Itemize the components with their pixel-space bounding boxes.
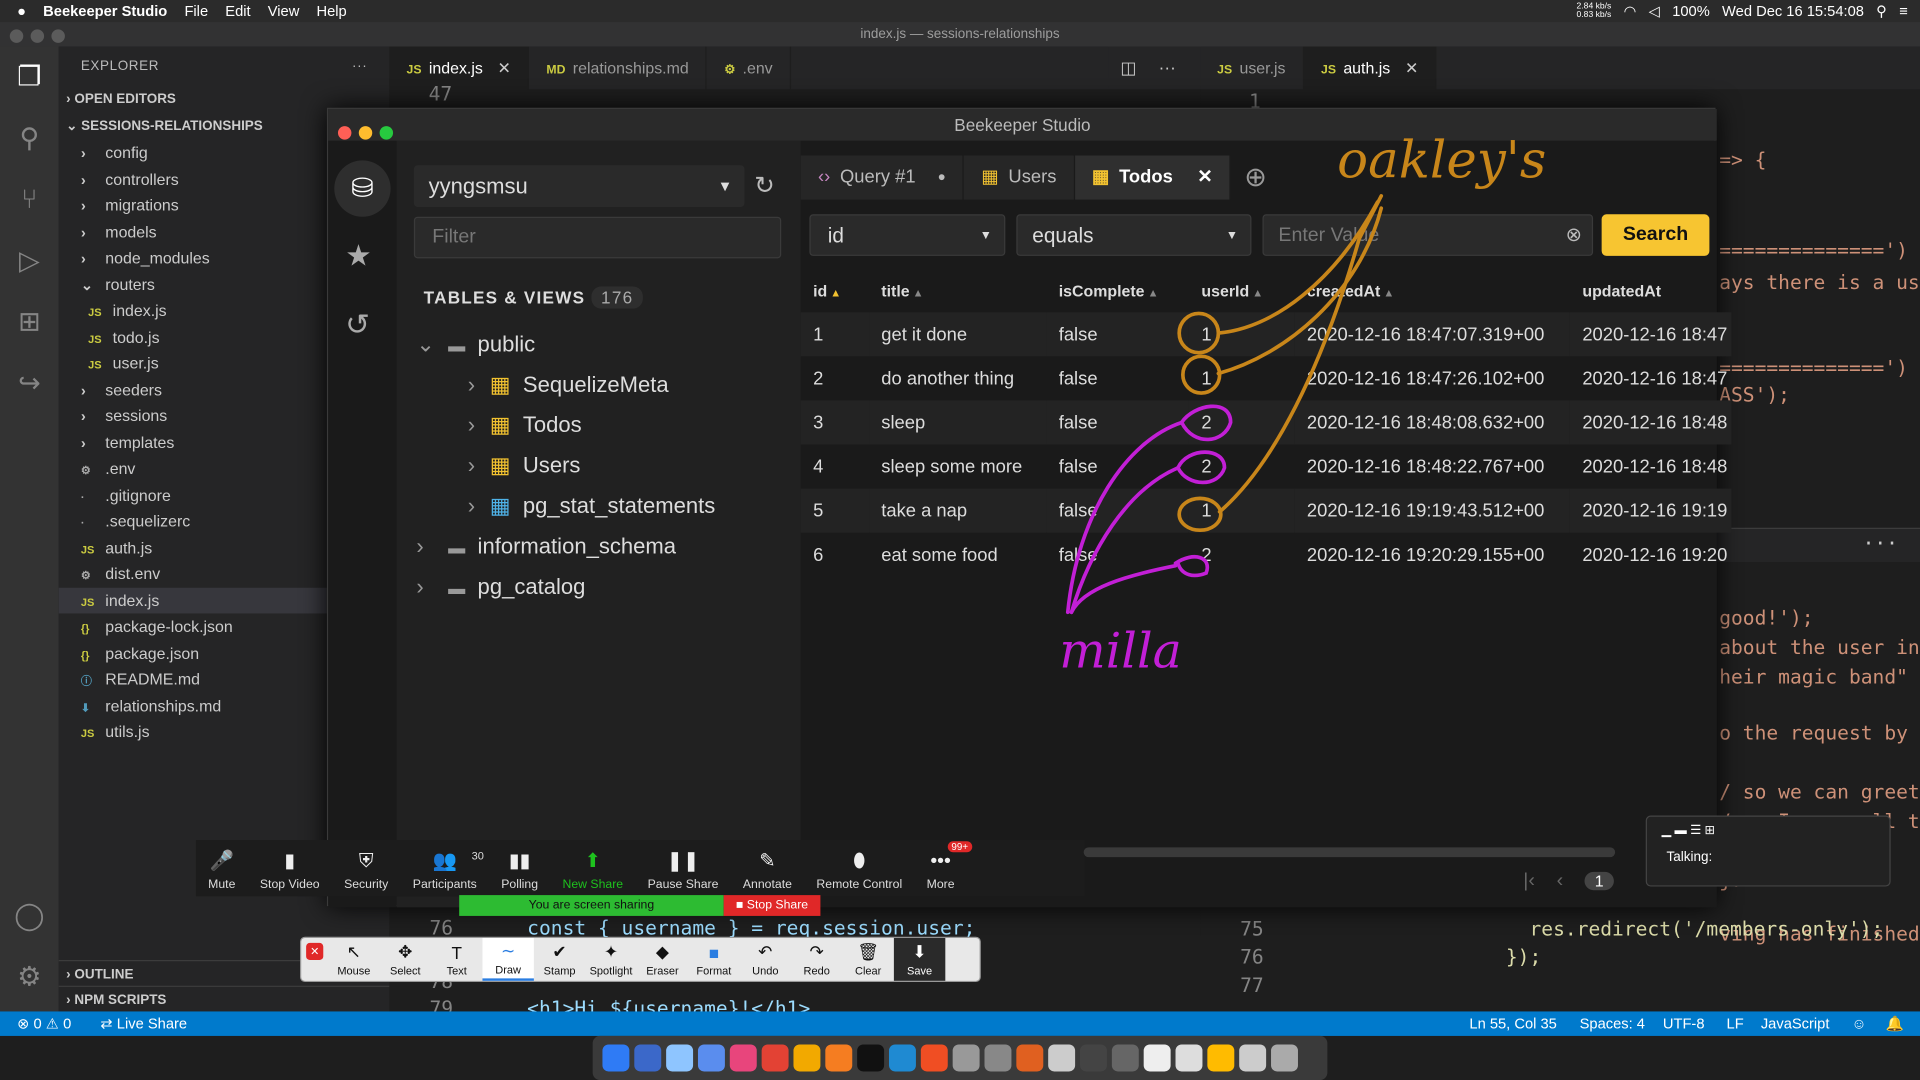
draw-tool-label: Redo xyxy=(803,964,830,978)
zoom-polling-button[interactable]: ▮▮ Polling xyxy=(489,840,550,896)
draw-tool-draw[interactable]: ∼ Draw xyxy=(482,937,534,981)
zoom-control-label: More xyxy=(926,877,955,892)
zoom-control-label: Security xyxy=(344,877,389,892)
draw-tool-label: Stamp xyxy=(543,964,576,978)
scrollbar[interactable] xyxy=(1083,847,1616,858)
format-icon: ■ xyxy=(708,942,720,962)
draw-tool-select[interactable]: ✥ Select xyxy=(380,938,431,981)
draw-tool-text[interactable]: T Text xyxy=(431,938,482,981)
zoom-control-label: Participants xyxy=(412,877,477,892)
talking-label: Talking: xyxy=(1666,849,1713,865)
draw-tool-label: Text xyxy=(446,964,467,977)
zoom-annotate-button[interactable]: ✎ Annotate xyxy=(731,840,805,896)
annotation-toolbar: ✕ ↖ Mouse ✥ Select T Text ∼ Draw ✔ Stamp ✦ Spotlight… xyxy=(300,936,981,983)
zoom-remote-control-button[interactable]: ⬮ Remote Control xyxy=(804,840,914,896)
eraser-icon: ◆ xyxy=(655,941,670,962)
oakley-annotation: oakley's xyxy=(1337,131,1546,191)
more-icon: ••• xyxy=(930,851,951,872)
draw-tool-save[interactable]: ⬇ Save xyxy=(893,937,946,981)
zoom-mute-button[interactable]: 🎤 Mute xyxy=(196,840,248,896)
zoom-control-label: Annotate xyxy=(742,877,792,892)
draw-tool-label: Mouse xyxy=(337,964,371,978)
draw-tool-label: Format xyxy=(696,964,732,977)
draw-tool-redo[interactable]: ↷ Redo xyxy=(791,938,842,981)
draw-tool-spotlight[interactable]: ✦ Spotlight xyxy=(585,938,636,981)
annotate-icon: ✎ xyxy=(759,851,776,872)
draw-tool-format[interactable]: ■ Format xyxy=(688,938,739,981)
mouse-icon: ↖ xyxy=(346,941,362,962)
clear-icon: 🗑 xyxy=(857,941,880,962)
select-icon: ✥ xyxy=(398,941,413,962)
zoom-pause-share-button[interactable]: ❚❚ Pause Share xyxy=(635,840,730,896)
text-icon: T xyxy=(451,942,462,962)
zoom-meeting-controls: 🎤 Mute ▮ Stop Video ⛨ Security 👥 30 Participants… xyxy=(195,840,1085,897)
draw-tool-mouse[interactable]: ↖ Mouse xyxy=(328,938,379,981)
zoom-security-button[interactable]: ⛨ Security xyxy=(332,840,401,896)
milla-annotation: milla xyxy=(1059,622,1182,679)
zoom-control-label: New Share xyxy=(562,877,624,892)
view-mode-icons[interactable]: ▁ ▬ ☰ ⊞ xyxy=(1647,817,1889,845)
zoom-control-label: Remote Control xyxy=(816,877,903,892)
remote-control-icon: ⬮ xyxy=(853,851,866,872)
draw-tool-label: Select xyxy=(389,964,421,978)
zoom-stop-video-button[interactable]: ▮ Stop Video xyxy=(248,840,332,896)
undo-icon: ↶ xyxy=(758,941,773,962)
draw-tool-label: Spotlight xyxy=(589,964,633,978)
participants-icon: 👥 xyxy=(432,851,457,872)
draw-tool-undo[interactable]: ↶ Undo xyxy=(740,938,791,981)
zoom-control-label: Stop Video xyxy=(259,877,320,892)
notification-badge: 99+ xyxy=(947,841,972,853)
zoom-talking-panel: ▁ ▬ ☰ ⊞ Talking: xyxy=(1645,815,1891,887)
zoom-control-label: Polling xyxy=(501,877,539,892)
zoom-participants-button[interactable]: 👥 30 Participants xyxy=(401,840,489,896)
participants-count: 30 xyxy=(471,849,484,863)
draw-tool-stamp[interactable]: ✔ Stamp xyxy=(534,938,585,981)
pause-share-icon: ❚❚ xyxy=(666,851,700,872)
security-icon: ⛨ xyxy=(358,851,374,872)
draw-tool-label: Draw xyxy=(495,963,522,976)
zoom-new-share-button[interactable]: ⬆ New Share xyxy=(550,840,635,896)
draw-tool-clear[interactable]: 🗑 Clear xyxy=(842,938,893,981)
close-annotation-icon[interactable]: ✕ xyxy=(306,942,324,961)
mute-icon: 🎤 xyxy=(209,851,234,872)
milla-annotation-strokes xyxy=(1065,404,1233,615)
stamp-icon: ✔ xyxy=(552,941,567,962)
draw-tool-label: Eraser xyxy=(646,964,679,978)
sharing-indicator: You are screen sharing xyxy=(459,895,724,916)
save-icon: ⬇ xyxy=(912,941,927,962)
draw-tool-label: Clear xyxy=(854,964,882,978)
stop-video-icon: ▮ xyxy=(284,851,296,872)
spotlight-icon: ✦ xyxy=(603,941,619,962)
draw-tool-eraser[interactable]: ◆ Eraser xyxy=(637,938,688,981)
zoom-more-button[interactable]: ••• 99+ More xyxy=(914,840,972,896)
stop-share-button[interactable]: ■ Stop Share xyxy=(723,895,821,916)
new-share-icon: ⬆ xyxy=(584,851,602,872)
zoom-control-label: Mute xyxy=(208,877,236,892)
screen-share-bar: You are screen sharing ■ Stop Share xyxy=(459,895,821,916)
redo-icon: ↷ xyxy=(809,941,824,962)
draw-tool-label: Undo xyxy=(752,964,779,978)
annotation-overlay: oakley's milla xyxy=(1059,131,1546,680)
draw-tool-label: Save xyxy=(907,964,933,978)
polling-icon: ▮▮ xyxy=(508,851,531,872)
zoom-control-label: Pause Share xyxy=(647,877,719,892)
draw-icon: ∼ xyxy=(500,940,516,961)
